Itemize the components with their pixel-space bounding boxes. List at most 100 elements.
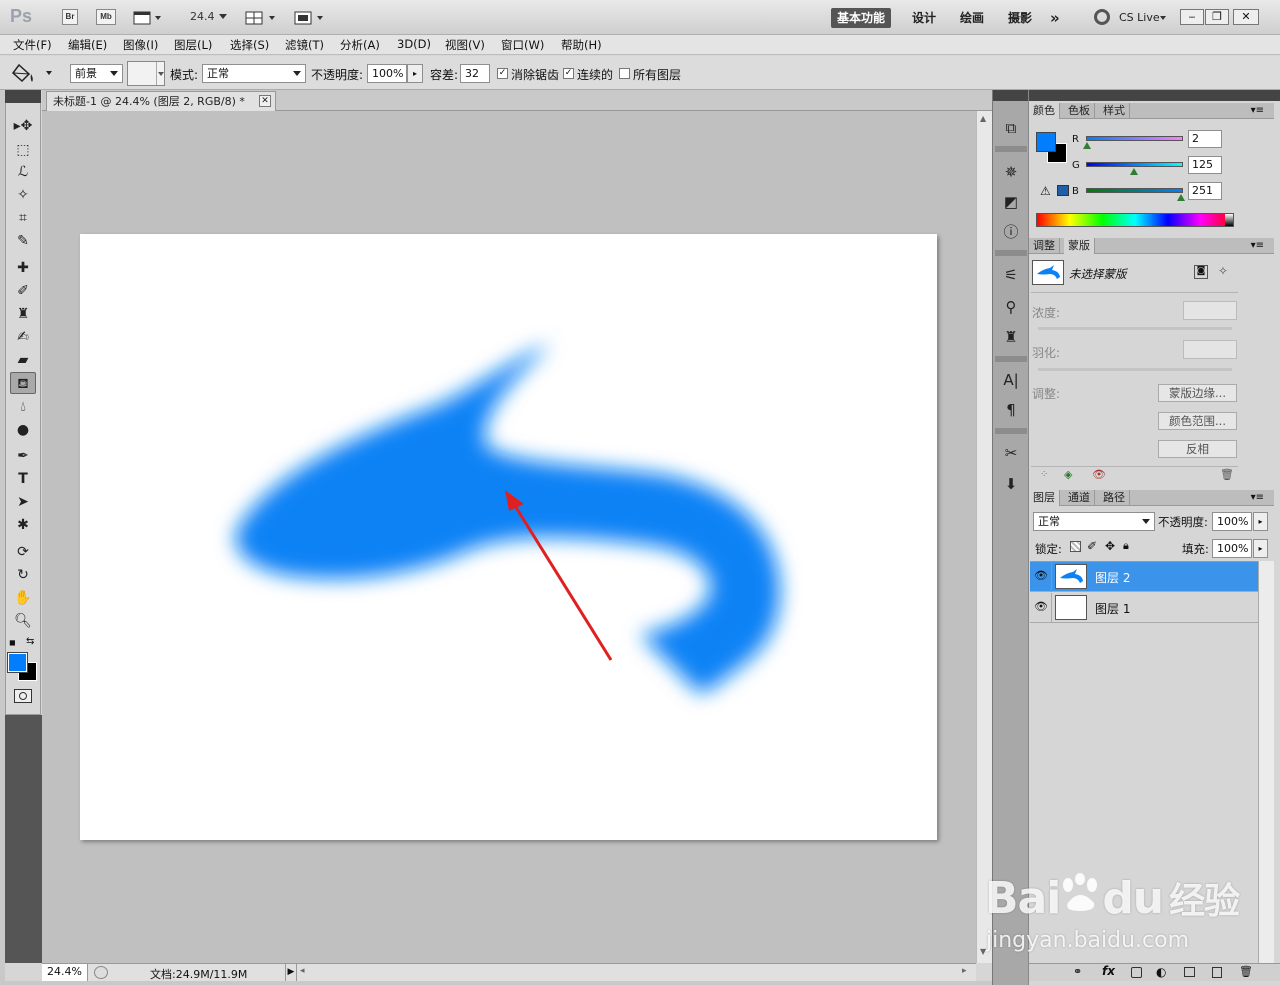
fill-input[interactable]: 100% xyxy=(1212,539,1252,558)
hand-tool-icon[interactable]: ✋ xyxy=(10,587,36,609)
default-colors-icon[interactable]: ◼ xyxy=(9,638,18,647)
layer-opacity-input[interactable]: 100% xyxy=(1212,512,1252,531)
notes-panel-icon[interactable]: ⬇ xyxy=(997,472,1025,496)
layers-panel-menu-icon[interactable]: ▾≡ xyxy=(1251,492,1264,503)
canvas-artwork[interactable] xyxy=(80,234,937,840)
layers-scrollbar[interactable] xyxy=(1258,561,1274,963)
mini-bridge-button[interactable]: Mb xyxy=(96,9,116,25)
status-menu-arrow-icon[interactable]: ▶ xyxy=(285,964,297,981)
info-panel-icon[interactable]: ⓘ xyxy=(997,220,1025,244)
restore-button[interactable]: ❐ xyxy=(1205,9,1229,25)
menu-file[interactable]: 文件(F) xyxy=(13,37,52,53)
view-extras-button[interactable] xyxy=(133,10,163,26)
load-selection-icon[interactable]: ⁘ xyxy=(1040,469,1048,480)
clone-stamp-tool-icon[interactable]: ♜ xyxy=(10,303,36,325)
tools-panel-header[interactable] xyxy=(5,90,41,103)
red-value-input[interactable]: 2 xyxy=(1188,130,1222,148)
opacity-slider-toggle[interactable]: ▸ xyxy=(407,64,423,83)
pen-tool-icon[interactable]: ✒ xyxy=(10,445,36,467)
add-pixel-mask-icon[interactable]: ◙ xyxy=(1194,265,1208,279)
collapsed-panels-header[interactable] xyxy=(993,90,1029,101)
zoom-tool-icon[interactable]: 🔍︎ xyxy=(10,610,36,632)
new-group-icon[interactable] xyxy=(1184,967,1195,977)
mask-panel-menu-icon[interactable]: ▾≡ xyxy=(1251,240,1264,251)
swap-colors-icon[interactable]: ⇆ xyxy=(26,636,34,647)
blend-mode-select[interactable]: 正常 xyxy=(202,64,306,83)
crop-tool-icon[interactable]: ⌗ xyxy=(10,207,36,229)
antialias-checkbox[interactable]: ✓ xyxy=(497,68,508,79)
visibility-eye-icon[interactable]: 👁︎ xyxy=(1034,601,1048,613)
screen-mode-button[interactable] xyxy=(293,10,329,26)
clone-source-icon[interactable]: ♜ xyxy=(997,325,1025,349)
layer-blend-mode-select[interactable]: 正常 xyxy=(1033,512,1155,531)
add-vector-mask-icon[interactable]: ✧ xyxy=(1218,264,1228,278)
tab-channels[interactable]: 通道 xyxy=(1064,490,1095,506)
brush-presets-icon[interactable]: ⚟ xyxy=(997,263,1025,287)
invert-button[interactable]: 反相 xyxy=(1158,440,1237,458)
lasso-tool-icon[interactable]: ℒ xyxy=(10,161,36,183)
tolerance-input[interactable]: 32 xyxy=(460,64,490,83)
status-info-icon[interactable] xyxy=(94,966,108,979)
menu-select[interactable]: 选择(S) xyxy=(230,37,269,53)
close-tab-icon[interactable]: ✕ xyxy=(259,95,271,107)
layer1-name[interactable]: 图层 1 xyxy=(1095,600,1130,617)
paint-bucket-tool-icon[interactable]: ⛾ xyxy=(10,372,36,394)
layer-row-layer1[interactable]: 👁︎ 图层 1 xyxy=(1030,593,1258,623)
apply-mask-icon[interactable]: ◈ xyxy=(1064,468,1072,481)
blue-slider-thumb[interactable] xyxy=(1177,194,1185,201)
brush-tool-icon[interactable]: ✐ xyxy=(10,280,36,302)
histogram-panel-icon[interactable]: ◩ xyxy=(997,190,1025,214)
right-panels-header[interactable] xyxy=(1029,90,1280,101)
fill-slider-toggle[interactable]: ▸ xyxy=(1253,539,1268,558)
delete-layer-icon[interactable]: 🗑︎ xyxy=(1239,965,1253,978)
red-slider-thumb[interactable] xyxy=(1083,142,1091,149)
green-slider[interactable] xyxy=(1086,162,1183,167)
tab-styles[interactable]: 样式 xyxy=(1099,103,1130,119)
link-layers-icon[interactable]: ⚭ xyxy=(1073,965,1082,978)
contiguous-checkbox[interactable]: ✓ xyxy=(563,68,574,79)
minimize-button[interactable]: ‒ xyxy=(1180,9,1204,25)
color-spectrum-ramp[interactable] xyxy=(1036,213,1234,227)
density-slider[interactable] xyxy=(1038,327,1232,330)
zoom-dropdown-icon[interactable] xyxy=(219,14,227,19)
tab-swatches[interactable]: 色板 xyxy=(1064,103,1095,119)
bridge-button[interactable]: Br xyxy=(62,9,78,25)
cs-live-icon[interactable] xyxy=(1094,9,1110,25)
layer2-name[interactable]: 图层 2 xyxy=(1095,569,1130,586)
all-layers-checkbox[interactable] xyxy=(619,68,630,79)
marquee-tool-icon[interactable]: ⬚ xyxy=(10,139,36,161)
menu-window[interactable]: 窗口(W) xyxy=(501,37,544,53)
3d-orbit-tool-icon[interactable]: ↻ xyxy=(10,564,36,586)
density-input[interactable] xyxy=(1183,301,1237,320)
history-panel-icon[interactable]: ⧉ xyxy=(997,116,1025,140)
green-slider-thumb[interactable] xyxy=(1130,168,1138,175)
visibility-eye-icon[interactable]: 👁︎ xyxy=(1034,570,1048,582)
vertical-scrollbar[interactable]: ▲ ▼ xyxy=(976,111,992,963)
workspace-essentials[interactable]: 基本功能 xyxy=(831,8,892,28)
workspace-painting[interactable]: 绘画 xyxy=(954,8,990,28)
document-canvas[interactable] xyxy=(80,234,937,840)
status-zoom-field[interactable]: 24.4% xyxy=(42,964,88,981)
red-slider[interactable] xyxy=(1086,136,1183,141)
eraser-tool-icon[interactable]: ▰ xyxy=(10,349,36,371)
feather-slider[interactable] xyxy=(1038,368,1232,371)
scroll-up-icon[interactable]: ▲ xyxy=(980,114,986,123)
foreground-color-swatch[interactable] xyxy=(7,652,28,673)
layer-style-icon[interactable]: fx xyxy=(1102,964,1115,978)
workspace-photography[interactable]: 摄影 xyxy=(1002,8,1038,28)
actions-panel-icon[interactable]: ✂ xyxy=(997,441,1025,465)
hscroll-right-icon[interactable]: ▸ xyxy=(962,966,967,976)
menu-3d[interactable]: 3D(D) xyxy=(397,37,431,51)
character-panel-icon[interactable]: A| xyxy=(997,368,1025,392)
add-mask-icon[interactable] xyxy=(1131,967,1142,978)
menu-analysis[interactable]: 分析(A) xyxy=(340,37,380,53)
menu-image[interactable]: 图像(I) xyxy=(123,37,158,53)
blue-slider[interactable] xyxy=(1086,188,1183,193)
eyedropper-tool-icon[interactable]: ✎ xyxy=(10,230,36,252)
color-range-button[interactable]: 颜色范围... xyxy=(1158,412,1237,430)
fill-source-select[interactable]: 前景 xyxy=(70,64,123,83)
lock-position-icon[interactable]: ✥ xyxy=(1105,539,1115,553)
close-button[interactable]: ✕ xyxy=(1233,9,1259,25)
new-layer-icon[interactable] xyxy=(1212,967,1222,978)
document-tab[interactable]: 未标题-1 @ 24.4% (图层 2, RGB/8) * ✕ xyxy=(46,91,276,111)
